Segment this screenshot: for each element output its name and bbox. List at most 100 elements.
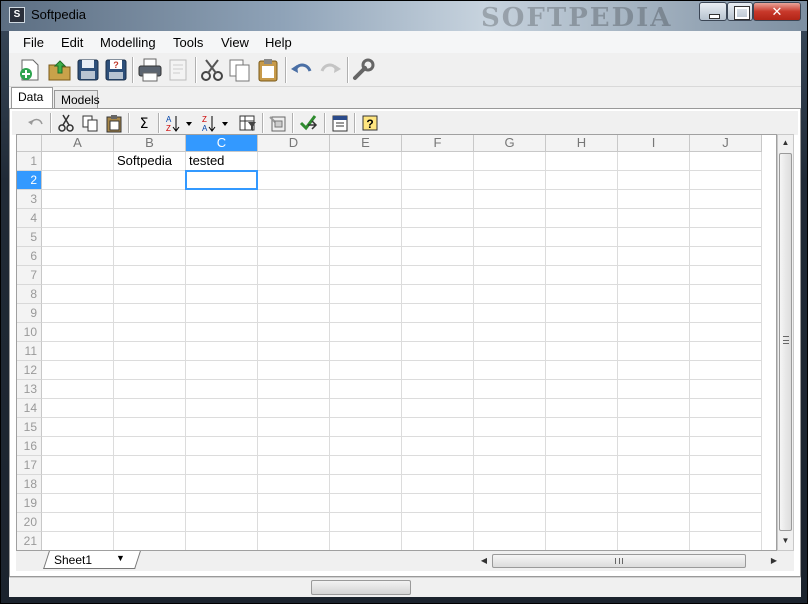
- cell-e11[interactable]: [330, 342, 402, 361]
- row-header-9[interactable]: 9: [17, 304, 42, 323]
- cell-f17[interactable]: [402, 456, 474, 475]
- cell-c7[interactable]: [186, 266, 258, 285]
- cell-a10[interactable]: [42, 323, 114, 342]
- cell-a9[interactable]: [42, 304, 114, 323]
- cell-j13[interactable]: [690, 380, 762, 399]
- cell-j9[interactable]: [690, 304, 762, 323]
- cell-j14[interactable]: [690, 399, 762, 418]
- cell-g12[interactable]: [474, 361, 546, 380]
- save-icon[interactable]: [75, 57, 101, 83]
- cell-e17[interactable]: [330, 456, 402, 475]
- cell-d4[interactable]: [258, 209, 330, 228]
- cell-j7[interactable]: [690, 266, 762, 285]
- cell-g3[interactable]: [474, 190, 546, 209]
- cell-c3[interactable]: [186, 190, 258, 209]
- row-header-13[interactable]: 13: [17, 380, 42, 399]
- cell-i17[interactable]: [618, 456, 690, 475]
- column-header-c[interactable]: C: [186, 135, 258, 152]
- cell-d10[interactable]: [258, 323, 330, 342]
- cell-h6[interactable]: [546, 247, 618, 266]
- cell-a2[interactable]: [42, 171, 114, 190]
- cell-i14[interactable]: [618, 399, 690, 418]
- cell-a19[interactable]: [42, 494, 114, 513]
- cell-e5[interactable]: [330, 228, 402, 247]
- column-header-i[interactable]: I: [618, 135, 690, 152]
- cell-d5[interactable]: [258, 228, 330, 247]
- cell-e16[interactable]: [330, 437, 402, 456]
- cell-f15[interactable]: [402, 418, 474, 437]
- close-button[interactable]: ✕: [753, 2, 801, 21]
- cell-g11[interactable]: [474, 342, 546, 361]
- cell-e19[interactable]: [330, 494, 402, 513]
- cell-b20[interactable]: [114, 513, 186, 532]
- cell-e9[interactable]: [330, 304, 402, 323]
- undo-icon[interactable]: [26, 113, 46, 133]
- cell-j1[interactable]: [690, 152, 762, 171]
- cell-g6[interactable]: [474, 247, 546, 266]
- cell-e6[interactable]: [330, 247, 402, 266]
- cell-c12[interactable]: [186, 361, 258, 380]
- cell-a6[interactable]: [42, 247, 114, 266]
- undo-icon[interactable]: [289, 57, 315, 83]
- cell-d15[interactable]: [258, 418, 330, 437]
- cell-e21[interactable]: [330, 532, 402, 550]
- row-header-20[interactable]: 20: [17, 513, 42, 532]
- cell-j19[interactable]: [690, 494, 762, 513]
- row-header-15[interactable]: 15: [17, 418, 42, 437]
- cell-h16[interactable]: [546, 437, 618, 456]
- cell-j21[interactable]: [690, 532, 762, 550]
- menu-modelling[interactable]: Modelling: [100, 35, 156, 50]
- cell-g8[interactable]: [474, 285, 546, 304]
- cell-j3[interactable]: [690, 190, 762, 209]
- cell-b14[interactable]: [114, 399, 186, 418]
- cell-a21[interactable]: [42, 532, 114, 550]
- cell-i11[interactable]: [618, 342, 690, 361]
- cell-i3[interactable]: [618, 190, 690, 209]
- cell-b5[interactable]: [114, 228, 186, 247]
- cell-a20[interactable]: [42, 513, 114, 532]
- cell-i9[interactable]: [618, 304, 690, 323]
- column-header-d[interactable]: D: [258, 135, 330, 152]
- cell-e3[interactable]: [330, 190, 402, 209]
- cell-d16[interactable]: [258, 437, 330, 456]
- cell-e13[interactable]: [330, 380, 402, 399]
- cell-i19[interactable]: [618, 494, 690, 513]
- tab-data[interactable]: Data: [11, 87, 53, 109]
- cell-i1[interactable]: [618, 152, 690, 171]
- cell-h10[interactable]: [546, 323, 618, 342]
- cell-j20[interactable]: [690, 513, 762, 532]
- save-as-icon[interactable]: ?: [103, 57, 129, 83]
- cell-d21[interactable]: [258, 532, 330, 550]
- cell-b8[interactable]: [114, 285, 186, 304]
- cell-e7[interactable]: [330, 266, 402, 285]
- row-header-1[interactable]: 1: [17, 152, 42, 171]
- column-header-f[interactable]: F: [402, 135, 474, 152]
- cell-i5[interactable]: [618, 228, 690, 247]
- cell-b1[interactable]: Softpedia: [114, 152, 186, 171]
- cell-a7[interactable]: [42, 266, 114, 285]
- cell-j12[interactable]: [690, 361, 762, 380]
- vertical-scrollbar[interactable]: ▲ ▼: [777, 134, 794, 551]
- cell-d18[interactable]: [258, 475, 330, 494]
- cut-icon[interactable]: [56, 113, 76, 133]
- cell-i20[interactable]: [618, 513, 690, 532]
- cell-c20[interactable]: [186, 513, 258, 532]
- row-header-2[interactable]: 2: [17, 171, 42, 190]
- vertical-scroll-thumb[interactable]: [779, 153, 792, 531]
- cell-h7[interactable]: [546, 266, 618, 285]
- open-icon[interactable]: [47, 57, 73, 83]
- cell-a4[interactable]: [42, 209, 114, 228]
- menu-view[interactable]: View: [221, 35, 249, 50]
- cell-i2[interactable]: [618, 171, 690, 190]
- cell-h1[interactable]: [546, 152, 618, 171]
- sum-icon[interactable]: Σ: [134, 113, 154, 133]
- cell-c21[interactable]: [186, 532, 258, 550]
- cell-d8[interactable]: [258, 285, 330, 304]
- scroll-left-icon[interactable]: ◀: [478, 553, 490, 569]
- cell-e2[interactable]: [330, 171, 402, 190]
- cell-a11[interactable]: [42, 342, 114, 361]
- help-icon[interactable]: ?: [360, 113, 380, 133]
- column-header-g[interactable]: G: [474, 135, 546, 152]
- cell-d17[interactable]: [258, 456, 330, 475]
- cell-a16[interactable]: [42, 437, 114, 456]
